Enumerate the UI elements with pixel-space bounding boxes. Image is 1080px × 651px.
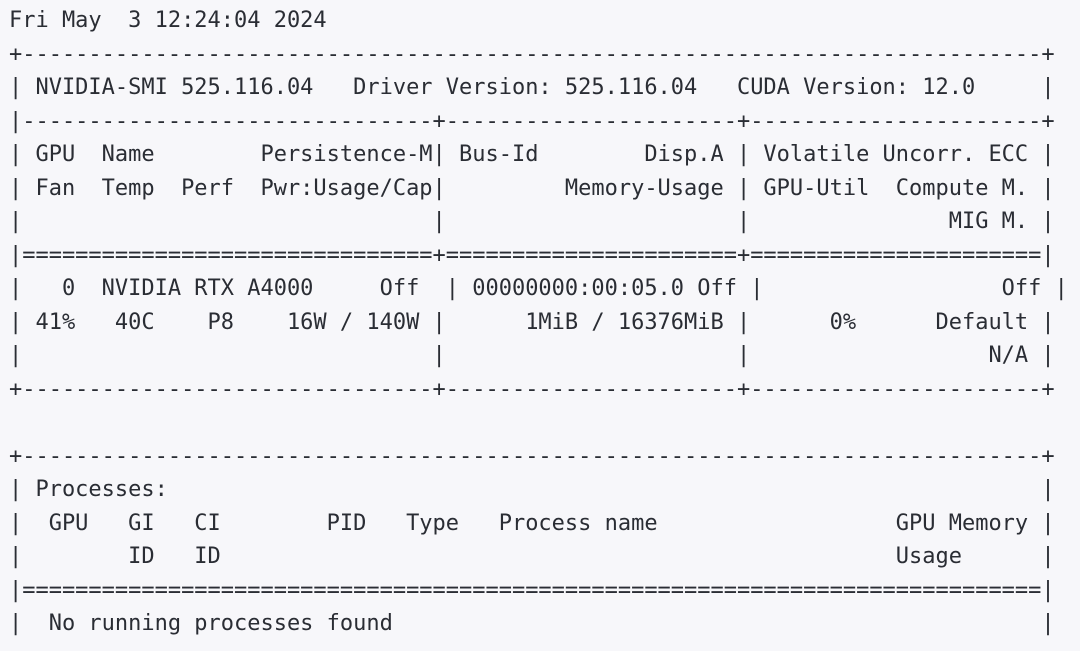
- gpu-table-bottom-border: +-------------------------------+-------…: [9, 376, 1055, 402]
- gpu-table-header-divider: |-------------------------------+-------…: [9, 108, 1055, 134]
- gpu-row-0-line-2: | 41% 40C P8 16W / 140W | 1MiB / 16376Mi…: [9, 309, 1055, 335]
- terminal-window: Fri May 3 12:24:04 2024 +---------------…: [0, 0, 1080, 651]
- processes-empty-row: | No running processes found |: [9, 611, 1055, 636]
- processes-table-top-border: +---------------------------------------…: [9, 443, 1055, 469]
- processes-header-separator: |=======================================…: [9, 577, 1055, 603]
- processes-header-row-1: | GPU GI CI PID Type Process name GPU Me…: [9, 510, 1055, 536]
- gpu-table-top-border: +---------------------------------------…: [9, 41, 1055, 67]
- gpu-row-0-line-1: | 0 NVIDIA RTX A4000 Off | 00000000:00:0…: [9, 276, 1068, 301]
- nvidia-smi-output: Fri May 3 12:24:04 2024 +---------------…: [0, 4, 1080, 641]
- processes-header-row-2: | ID ID Usage |: [9, 544, 1055, 569]
- timestamp-line: Fri May 3 12:24:04 2024: [9, 8, 327, 33]
- gpu-table-header-separator: |===============================+=======…: [9, 242, 1055, 268]
- gpu-table-header-row-3: | | | MIG M. |: [9, 209, 1055, 234]
- gpu-row-0-line-3: | | | N/A |: [9, 343, 1055, 368]
- gpu-table-header-row-2: | Fan Temp Perf Pwr:Usage/Cap| Memory-Us…: [9, 175, 1055, 201]
- smi-version-line: | NVIDIA-SMI 525.116.04 Driver Version: …: [9, 75, 1055, 100]
- spacer-line: [0, 406, 1080, 440]
- gpu-table-header-row-1: | GPU Name Persistence-M| Bus-Id Disp.A …: [9, 142, 1055, 167]
- processes-title-line: | Processes: |: [9, 477, 1055, 502]
